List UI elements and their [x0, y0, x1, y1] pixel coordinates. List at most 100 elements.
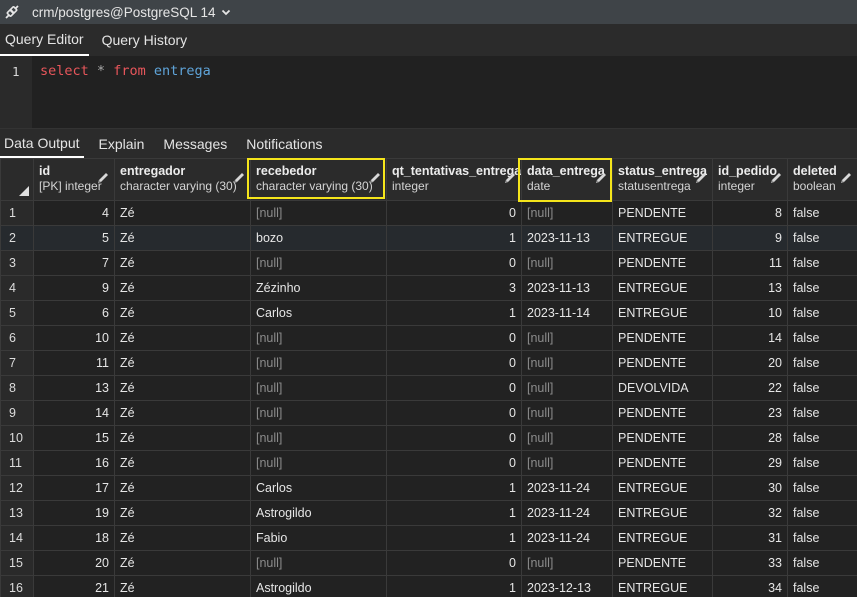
cell-id[interactable]: 4	[33, 200, 115, 226]
cell-deleted[interactable]: false	[787, 275, 857, 301]
select-all-corner[interactable]	[0, 158, 34, 201]
cell-recebedor[interactable]: [null]	[250, 200, 387, 226]
cell-recebedor[interactable]: Zézinho	[250, 275, 387, 301]
cell-status-entrega[interactable]: PENDENTE	[612, 450, 713, 476]
cell-deleted[interactable]: false	[787, 225, 857, 251]
cell-id[interactable]: 15	[33, 425, 115, 451]
cell-id[interactable]: 9	[33, 275, 115, 301]
cell-entregador[interactable]: Zé	[114, 500, 251, 526]
cell-qt-tentativas-entrega[interactable]: 0	[386, 200, 522, 226]
cell-recebedor[interactable]: Fabio	[250, 525, 387, 551]
table-row[interactable]: 16 21 Zé Astrogildo 1 2023-12-13 ENTREGUE 34 fal…	[0, 575, 857, 597]
cell-qt-tentativas-entrega[interactable]: 0	[386, 425, 522, 451]
cell-status-entrega[interactable]: PENDENTE	[612, 425, 713, 451]
tab-explain[interactable]: Explain	[95, 129, 149, 158]
pencil-icon[interactable]	[96, 171, 110, 185]
tab-query-editor[interactable]: Query Editor	[0, 24, 89, 56]
table-row[interactable]: 3 7 Zé [null] 0 [null] PENDENTE 11 false	[0, 250, 857, 276]
cell-status-entrega[interactable]: ENTREGUE	[612, 225, 713, 251]
cell-qt-tentativas-entrega[interactable]: 1	[386, 575, 522, 597]
cell-entregador[interactable]: Zé	[114, 425, 251, 451]
table-row[interactable]: 15 20 Zé [null] 0 [null] PENDENTE 33 false	[0, 550, 857, 576]
cell-recebedor[interactable]: Astrogildo	[250, 500, 387, 526]
row-number[interactable]: 15	[0, 550, 34, 576]
cell-entregador[interactable]: Zé	[114, 225, 251, 251]
row-number[interactable]: 10	[0, 425, 34, 451]
cell-entregador[interactable]: Zé	[114, 325, 251, 351]
cell-qt-tentativas-entrega[interactable]: 0	[386, 400, 522, 426]
cell-deleted[interactable]: false	[787, 475, 857, 501]
cell-qt-tentativas-entrega[interactable]: 0	[386, 375, 522, 401]
cell-entregador[interactable]: Zé	[114, 275, 251, 301]
row-number[interactable]: 5	[0, 300, 34, 326]
cell-data-entrega[interactable]: 2023-11-24	[521, 475, 613, 501]
cell-qt-tentativas-entrega[interactable]: 1	[386, 500, 522, 526]
row-number[interactable]: 2	[0, 225, 34, 251]
cell-qt-tentativas-entrega[interactable]: 1	[386, 300, 522, 326]
row-number[interactable]: 12	[0, 475, 34, 501]
cell-data-entrega[interactable]: 2023-11-24	[521, 500, 613, 526]
cell-id-pedido[interactable]: 20	[712, 350, 788, 376]
cell-status-entrega[interactable]: ENTREGUE	[612, 475, 713, 501]
cell-id[interactable]: 13	[33, 375, 115, 401]
cell-status-entrega[interactable]: PENDENTE	[612, 200, 713, 226]
cell-entregador[interactable]: Zé	[114, 250, 251, 276]
cell-status-entrega[interactable]: PENDENTE	[612, 350, 713, 376]
cell-id[interactable]: 7	[33, 250, 115, 276]
cell-qt-tentativas-entrega[interactable]: 3	[386, 275, 522, 301]
tab-messages[interactable]: Messages	[159, 129, 231, 158]
cell-id[interactable]: 20	[33, 550, 115, 576]
cell-status-entrega[interactable]: DEVOLVIDA	[612, 375, 713, 401]
cell-deleted[interactable]: false	[787, 350, 857, 376]
cell-data-entrega[interactable]: 2023-11-13	[521, 275, 613, 301]
row-number[interactable]: 4	[0, 275, 34, 301]
cell-id[interactable]: 21	[33, 575, 115, 597]
pencil-icon[interactable]	[232, 171, 246, 185]
cell-qt-tentativas-entrega[interactable]: 1	[386, 525, 522, 551]
tab-data-output[interactable]: Data Output	[0, 129, 84, 158]
cell-data-entrega[interactable]: [null]	[521, 450, 613, 476]
cell-deleted[interactable]: false	[787, 575, 857, 597]
sql-code[interactable]: select * from entrega	[40, 63, 211, 79]
cell-id[interactable]: 6	[33, 300, 115, 326]
cell-recebedor[interactable]: [null]	[250, 250, 387, 276]
table-row[interactable]: 8 13 Zé [null] 0 [null] DEVOLVIDA 22 false	[0, 375, 857, 401]
cell-status-entrega[interactable]: PENDENTE	[612, 400, 713, 426]
cell-status-entrega[interactable]: ENTREGUE	[612, 525, 713, 551]
cell-recebedor[interactable]: bozo	[250, 225, 387, 251]
cell-recebedor[interactable]: [null]	[250, 325, 387, 351]
cell-entregador[interactable]: Zé	[114, 575, 251, 597]
cell-recebedor[interactable]: [null]	[250, 450, 387, 476]
cell-status-entrega[interactable]: PENDENTE	[612, 250, 713, 276]
cell-deleted[interactable]: false	[787, 400, 857, 426]
cell-deleted[interactable]: false	[787, 500, 857, 526]
pencil-icon[interactable]	[594, 171, 608, 185]
cell-id-pedido[interactable]: 23	[712, 400, 788, 426]
cell-deleted[interactable]: false	[787, 425, 857, 451]
cell-recebedor[interactable]: [null]	[250, 550, 387, 576]
cell-entregador[interactable]: Zé	[114, 200, 251, 226]
cell-entregador[interactable]: Zé	[114, 550, 251, 576]
row-number[interactable]: 16	[0, 575, 34, 597]
column-header-id-pedido[interactable]: id_pedido integer	[712, 158, 788, 201]
cell-entregador[interactable]: Zé	[114, 300, 251, 326]
cell-id[interactable]: 18	[33, 525, 115, 551]
cell-data-entrega[interactable]: 2023-11-13	[521, 225, 613, 251]
cell-deleted[interactable]: false	[787, 375, 857, 401]
table-row[interactable]: 12 17 Zé Carlos 1 2023-11-24 ENTREGUE 30 false	[0, 475, 857, 501]
cell-deleted[interactable]: false	[787, 200, 857, 226]
cell-entregador[interactable]: Zé	[114, 400, 251, 426]
cell-id-pedido[interactable]: 33	[712, 550, 788, 576]
cell-deleted[interactable]: false	[787, 300, 857, 326]
cell-recebedor[interactable]: Astrogildo	[250, 575, 387, 597]
connection-selector[interactable]: crm/postgres@PostgreSQL 14	[32, 5, 216, 20]
cell-deleted[interactable]: false	[787, 525, 857, 551]
table-row[interactable]: 6 10 Zé [null] 0 [null] PENDENTE 14 false	[0, 325, 857, 351]
row-number[interactable]: 3	[0, 250, 34, 276]
cell-recebedor[interactable]: [null]	[250, 350, 387, 376]
cell-id-pedido[interactable]: 34	[712, 575, 788, 597]
cell-status-entrega[interactable]: ENTREGUE	[612, 300, 713, 326]
table-row[interactable]: 11 16 Zé [null] 0 [null] PENDENTE 29 false	[0, 450, 857, 476]
column-header-entregador[interactable]: entregador character varying (30)	[114, 158, 251, 201]
cell-id[interactable]: 11	[33, 350, 115, 376]
